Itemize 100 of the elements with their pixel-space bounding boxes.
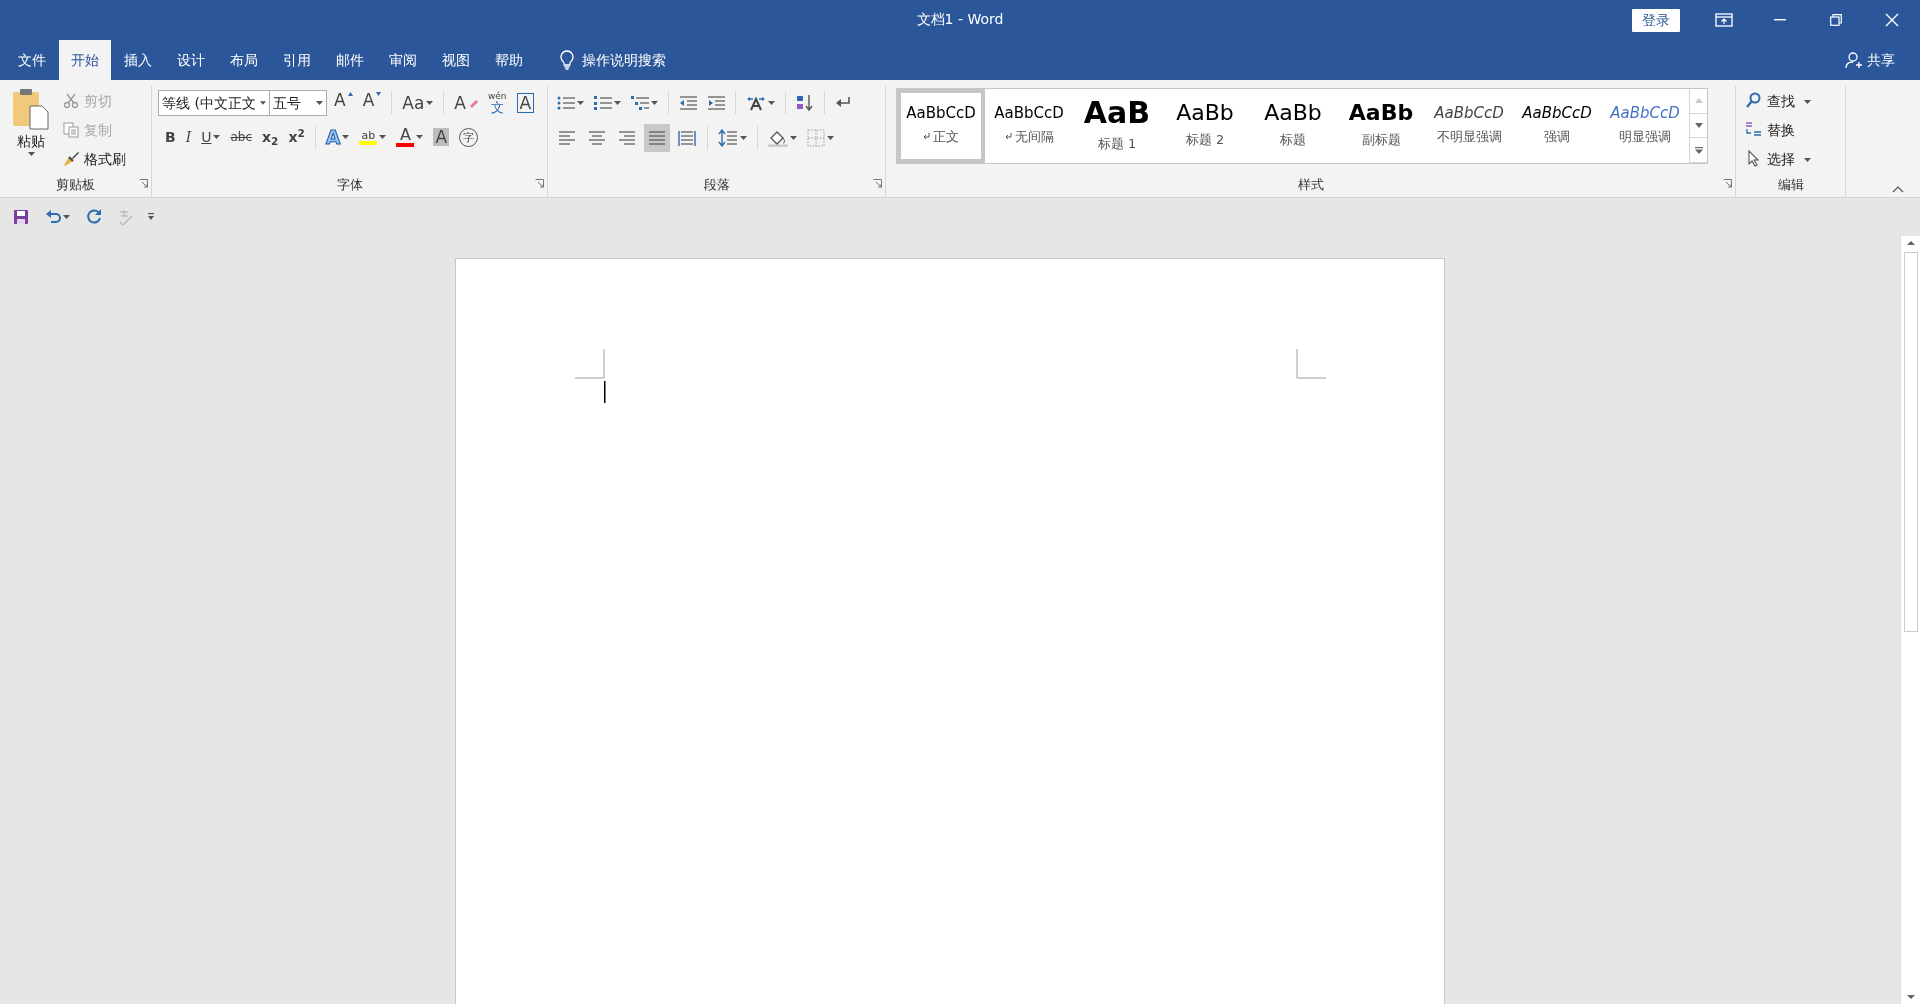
caret-icon xyxy=(651,101,658,105)
paragraph-return-icon xyxy=(1004,133,1012,140)
ribbon-tab[interactable]: 帮助 xyxy=(483,40,535,80)
dialog-launcher-icon[interactable] xyxy=(535,178,544,188)
pointer-icon xyxy=(1745,150,1762,167)
ribbon-tab[interactable]: 布局 xyxy=(218,40,270,80)
clipboard-icon xyxy=(12,88,50,130)
lightbulb-icon[interactable] xyxy=(560,50,574,70)
caret-icon xyxy=(827,136,834,140)
borders-icon xyxy=(807,129,825,147)
numbered-list-icon xyxy=(594,95,612,111)
spelling-check-icon xyxy=(118,209,134,225)
group-label: 字体 xyxy=(336,176,363,194)
replace-icon xyxy=(1745,121,1762,138)
group-label: 样式 xyxy=(1297,176,1324,194)
arrow-down-icon xyxy=(376,92,382,96)
case-button[interactable]: Aa xyxy=(399,90,437,116)
caret-icon xyxy=(259,101,266,105)
font-name-field[interactable]: 等线 (中文正文 xyxy=(158,90,270,116)
tell-me-search[interactable]: 操作说明搜索 xyxy=(582,49,666,71)
caret-icon xyxy=(416,135,424,139)
share-button[interactable]: 共享 xyxy=(1845,40,1895,80)
sort-icon xyxy=(796,94,814,112)
align-right-icon xyxy=(618,130,636,146)
sign-in-button[interactable]: 登录 xyxy=(1632,8,1680,32)
multilevel-list-icon xyxy=(631,95,649,111)
ribbon-tab[interactable]: 引用 xyxy=(271,40,323,80)
font-size-field[interactable]: 五号 xyxy=(269,90,327,116)
caret-icon xyxy=(614,101,621,105)
shrink-button[interactable]: A xyxy=(359,90,385,116)
caret-icon xyxy=(426,101,434,105)
save-icon xyxy=(13,209,29,225)
restore-icon[interactable] xyxy=(1830,14,1842,26)
ribbon-tab[interactable]: 设计 xyxy=(165,40,217,80)
bold-button[interactable]: B xyxy=(162,124,179,150)
customize-caret-icon[interactable] xyxy=(147,213,155,221)
bullet-list-icon xyxy=(557,95,575,111)
align-left-icon xyxy=(558,130,576,146)
grow-button[interactable]: A xyxy=(331,90,356,116)
group-label: 段落 xyxy=(703,176,730,194)
gallery-down-icon[interactable] xyxy=(1694,123,1703,128)
align-justify-icon xyxy=(648,130,666,146)
person-add-icon xyxy=(1845,51,1863,69)
ribbon-tab[interactable]: 文件 xyxy=(6,40,58,80)
align-justify-button[interactable] xyxy=(644,124,670,152)
copy-icon xyxy=(63,121,79,138)
highlight-button[interactable]: ab xyxy=(356,124,390,150)
ribbon-tab[interactable]: 审阅 xyxy=(377,40,429,80)
clipboard-button[interactable]: 格式刷 xyxy=(60,144,129,173)
editing-button[interactable]: 查找 xyxy=(1742,86,1839,115)
clear-button[interactable]: A xyxy=(451,90,481,116)
caret-icon xyxy=(768,101,775,105)
margin-corner-mark xyxy=(1296,349,1326,379)
redo-icon xyxy=(86,209,102,225)
caret-icon xyxy=(577,101,584,105)
editing-button[interactable]: 替换 xyxy=(1742,115,1839,144)
scissors-icon xyxy=(63,92,79,109)
arrow-up-icon xyxy=(347,92,353,96)
gallery-expand-icon[interactable] xyxy=(1694,146,1703,154)
caret-icon xyxy=(790,136,797,140)
caret-icon xyxy=(1804,157,1811,162)
caret-icon xyxy=(27,152,35,156)
color-button[interactable]: A xyxy=(393,124,427,150)
phonetic-button[interactable]: wén 文 xyxy=(484,90,510,116)
ribbon-tab[interactable]: 插入 xyxy=(112,40,164,80)
group-label: 剪贴板 xyxy=(56,176,95,194)
dialog-launcher-icon[interactable] xyxy=(1723,178,1732,188)
paste-button[interactable]: 粘贴 xyxy=(6,86,56,172)
dialog-launcher-icon[interactable] xyxy=(139,178,148,188)
align-distributed-icon xyxy=(678,130,696,146)
strike-button[interactable]: abc xyxy=(227,124,256,150)
ribbon-tab[interactable]: 开始 xyxy=(59,40,111,80)
magnifier-icon xyxy=(1745,92,1762,109)
close-icon[interactable] xyxy=(1885,13,1899,27)
increase-indent-icon xyxy=(707,95,725,111)
script-button[interactable]: x$^{2}$ xyxy=(285,124,308,150)
caret-icon xyxy=(63,215,70,219)
caret-icon xyxy=(316,101,323,105)
group-label: 编辑 xyxy=(1777,176,1804,194)
paintbrush-icon xyxy=(63,150,79,167)
ribbon-tab[interactable]: 邮件 xyxy=(324,40,376,80)
asian-layout-icon xyxy=(746,95,766,111)
margin-corner-mark xyxy=(575,349,605,379)
script-button[interactable]: x$_{2}$ xyxy=(259,124,282,150)
editing-button[interactable]: 选择 xyxy=(1742,144,1839,173)
vertical-scrollbar[interactable] xyxy=(1900,236,1920,1004)
ribbon-tab[interactable]: 视图 xyxy=(430,40,482,80)
caret-icon xyxy=(1804,99,1811,104)
dialog-launcher-icon[interactable] xyxy=(873,178,882,188)
underline-button[interactable]: U xyxy=(198,124,224,150)
caret-icon xyxy=(379,135,387,139)
ribbon-display-icon[interactable] xyxy=(1715,13,1733,27)
minimize-icon[interactable] xyxy=(1774,19,1786,21)
line-spacing-icon xyxy=(718,129,738,147)
collapse-ribbon-icon[interactable] xyxy=(1892,186,1904,193)
align-center-icon xyxy=(588,130,606,146)
caret-icon xyxy=(740,136,747,140)
scroll-thumb[interactable] xyxy=(1903,252,1918,632)
style-item[interactable]: AaBbCcD 正文 xyxy=(897,89,985,163)
italic-button[interactable]: I xyxy=(182,124,195,150)
